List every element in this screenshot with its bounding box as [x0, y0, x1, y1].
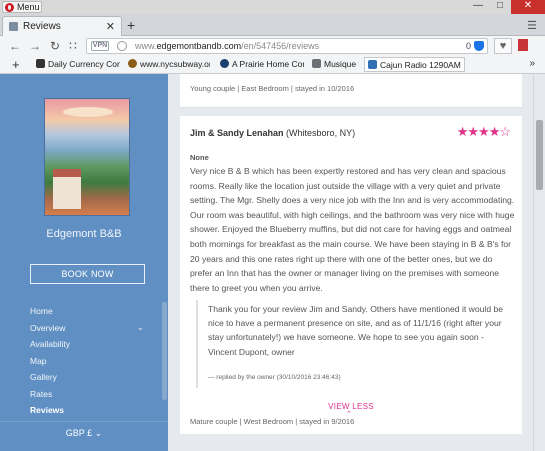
nav-rates[interactable]: Rates — [30, 389, 150, 406]
opera-menu-button[interactable]: Menu — [2, 1, 42, 13]
tab-reviews[interactable]: Reviews ✕ — [2, 16, 122, 36]
extension-icon[interactable] — [518, 39, 528, 51]
nav-home[interactable]: Home — [30, 306, 150, 323]
forward-icon[interactable]: → — [28, 38, 42, 54]
address-bar[interactable]: VPN www.edgemontbandb.com/en/547456/revi… — [86, 38, 488, 54]
menu-label: Menu — [17, 2, 40, 12]
review-title: None — [190, 153, 209, 162]
review-meta: Mature couple | West Bedroom | stayed in… — [190, 417, 355, 426]
nav-overview[interactable]: Overview ⌄ — [30, 322, 150, 340]
star-rating: ★★★★☆ — [456, 124, 511, 140]
reviews-content: Young couple | East Bedroom | stayed in … — [168, 74, 533, 451]
bookmark-favicon-icon — [128, 59, 137, 68]
tab-close-icon[interactable]: ✕ — [106, 20, 115, 33]
bookmark-favicon-icon — [220, 59, 229, 68]
owner-reply-signature: — replied by the owner (30/10/2016 23:46… — [208, 374, 341, 381]
url-text[interactable]: www.edgemontbandb.com/en/547456/reviews — [135, 41, 319, 51]
page-scrollbar-thumb[interactable] — [536, 120, 543, 190]
tab-bar: Reviews ✕ + ☰ — [0, 14, 545, 36]
owner-reply-text: Thank you for your review Jim and Sandy.… — [208, 304, 504, 357]
reviewer-location: (Whitesboro, NY) — [286, 128, 356, 138]
bookmark-favicon-icon — [36, 59, 45, 68]
url-domain: edgemontbandb.com — [156, 41, 242, 51]
opera-logo-icon — [5, 3, 14, 12]
owner-reply: Thank you for your review Jim and Sandy.… — [196, 300, 512, 388]
review-body: Very nice B & B which has been expertly … — [190, 166, 515, 293]
reviewer: Jim & Sandy Lenahan (Whitesboro, NY) — [190, 128, 355, 138]
page-favicon-icon — [9, 22, 18, 31]
navigation-bar: ← → ↻ ∷ VPN www.edgemontbandb.com/en/547… — [0, 36, 545, 56]
nav-availability[interactable]: Availability — [30, 339, 150, 356]
review-meta: Young couple | East Bedroom | stayed in … — [190, 84, 355, 93]
url-prefix: www. — [135, 41, 157, 51]
tab-menu-icon[interactable]: ☰ — [527, 19, 537, 32]
bookmark-favicon-icon — [368, 60, 377, 69]
tab-title: Reviews — [23, 21, 61, 32]
window-titlebar: Menu — □ ✕ — [0, 0, 545, 14]
bookmark-item[interactable]: Daily Currency Conve — [36, 59, 120, 69]
book-now-button[interactable]: BOOK NOW — [30, 264, 145, 284]
folder-icon — [312, 59, 321, 68]
back-icon[interactable]: ← — [8, 38, 22, 54]
adblock-count: 0 — [465, 41, 471, 51]
sidebar-scrollbar[interactable] — [162, 302, 167, 400]
inn-painting-image — [44, 98, 130, 216]
maximize-icon[interactable]: □ — [489, 0, 511, 14]
review-card-previous: Young couple | East Bedroom | stayed in … — [180, 74, 522, 108]
web-page: Edgemont B&B BOOK NOW Home Overview ⌄ Ava… — [0, 74, 545, 451]
site-brand: Edgemont B&B — [46, 228, 122, 240]
bookmark-folder[interactable]: Musique — [312, 59, 360, 69]
site-nav: Home Overview ⌄ Availability Map Gallery … — [30, 306, 150, 422]
adblock-shield-icon[interactable] — [474, 41, 484, 51]
window-controls: — □ ✕ — [467, 0, 545, 14]
new-tab-button[interactable]: + — [127, 17, 135, 33]
review-card: Jim & Sandy Lenahan (Whitesboro, NY) ★★★… — [180, 116, 522, 434]
bookmarks-more-icon[interactable]: » — [529, 58, 535, 69]
currency-selector[interactable]: GBP £ ⌄ — [0, 421, 168, 451]
url-path: /en/547456/reviews — [241, 41, 320, 51]
reviewer-name: Jim & Sandy Lenahan — [190, 128, 284, 138]
close-window-icon[interactable]: ✕ — [511, 0, 545, 14]
chevron-down-icon: ⌄ — [94, 428, 103, 438]
star-filled-icon: ★ — [488, 124, 501, 139]
star-filled-icon: ★ — [456, 124, 469, 139]
bookmark-item[interactable]: www.nycsubway.org — [128, 59, 210, 69]
add-bookmark-icon[interactable]: + — [12, 57, 20, 72]
bookmark-heart-icon[interactable]: ♥ — [494, 38, 512, 54]
bookmarks-bar: + Daily Currency Conve www.nycsubway.org… — [0, 56, 545, 74]
site-info-icon[interactable] — [117, 41, 127, 51]
chevron-down-icon[interactable]: ⌄ — [136, 322, 144, 333]
nav-reviews[interactable]: Reviews — [30, 405, 150, 422]
page-scrollbar[interactable] — [533, 74, 545, 451]
bookmark-item[interactable]: Cajun Radio 1290AM — [364, 57, 465, 72]
vpn-badge[interactable]: VPN — [91, 41, 109, 51]
nav-gallery[interactable]: Gallery — [30, 372, 150, 389]
minimize-icon[interactable]: — — [467, 0, 489, 14]
star-filled-icon: ★ — [478, 124, 490, 139]
reload-icon[interactable]: ↻ — [48, 38, 62, 54]
bookmark-item[interactable]: A Prairie Home Comp — [220, 59, 304, 69]
nav-map[interactable]: Map — [30, 356, 150, 373]
star-filled-icon: ★ — [467, 124, 479, 139]
speed-dial-icon[interactable]: ∷ — [66, 38, 80, 54]
star-empty-icon: ☆ — [499, 124, 511, 139]
site-sidebar: Edgemont B&B BOOK NOW Home Overview ⌄ Ava… — [0, 74, 168, 451]
